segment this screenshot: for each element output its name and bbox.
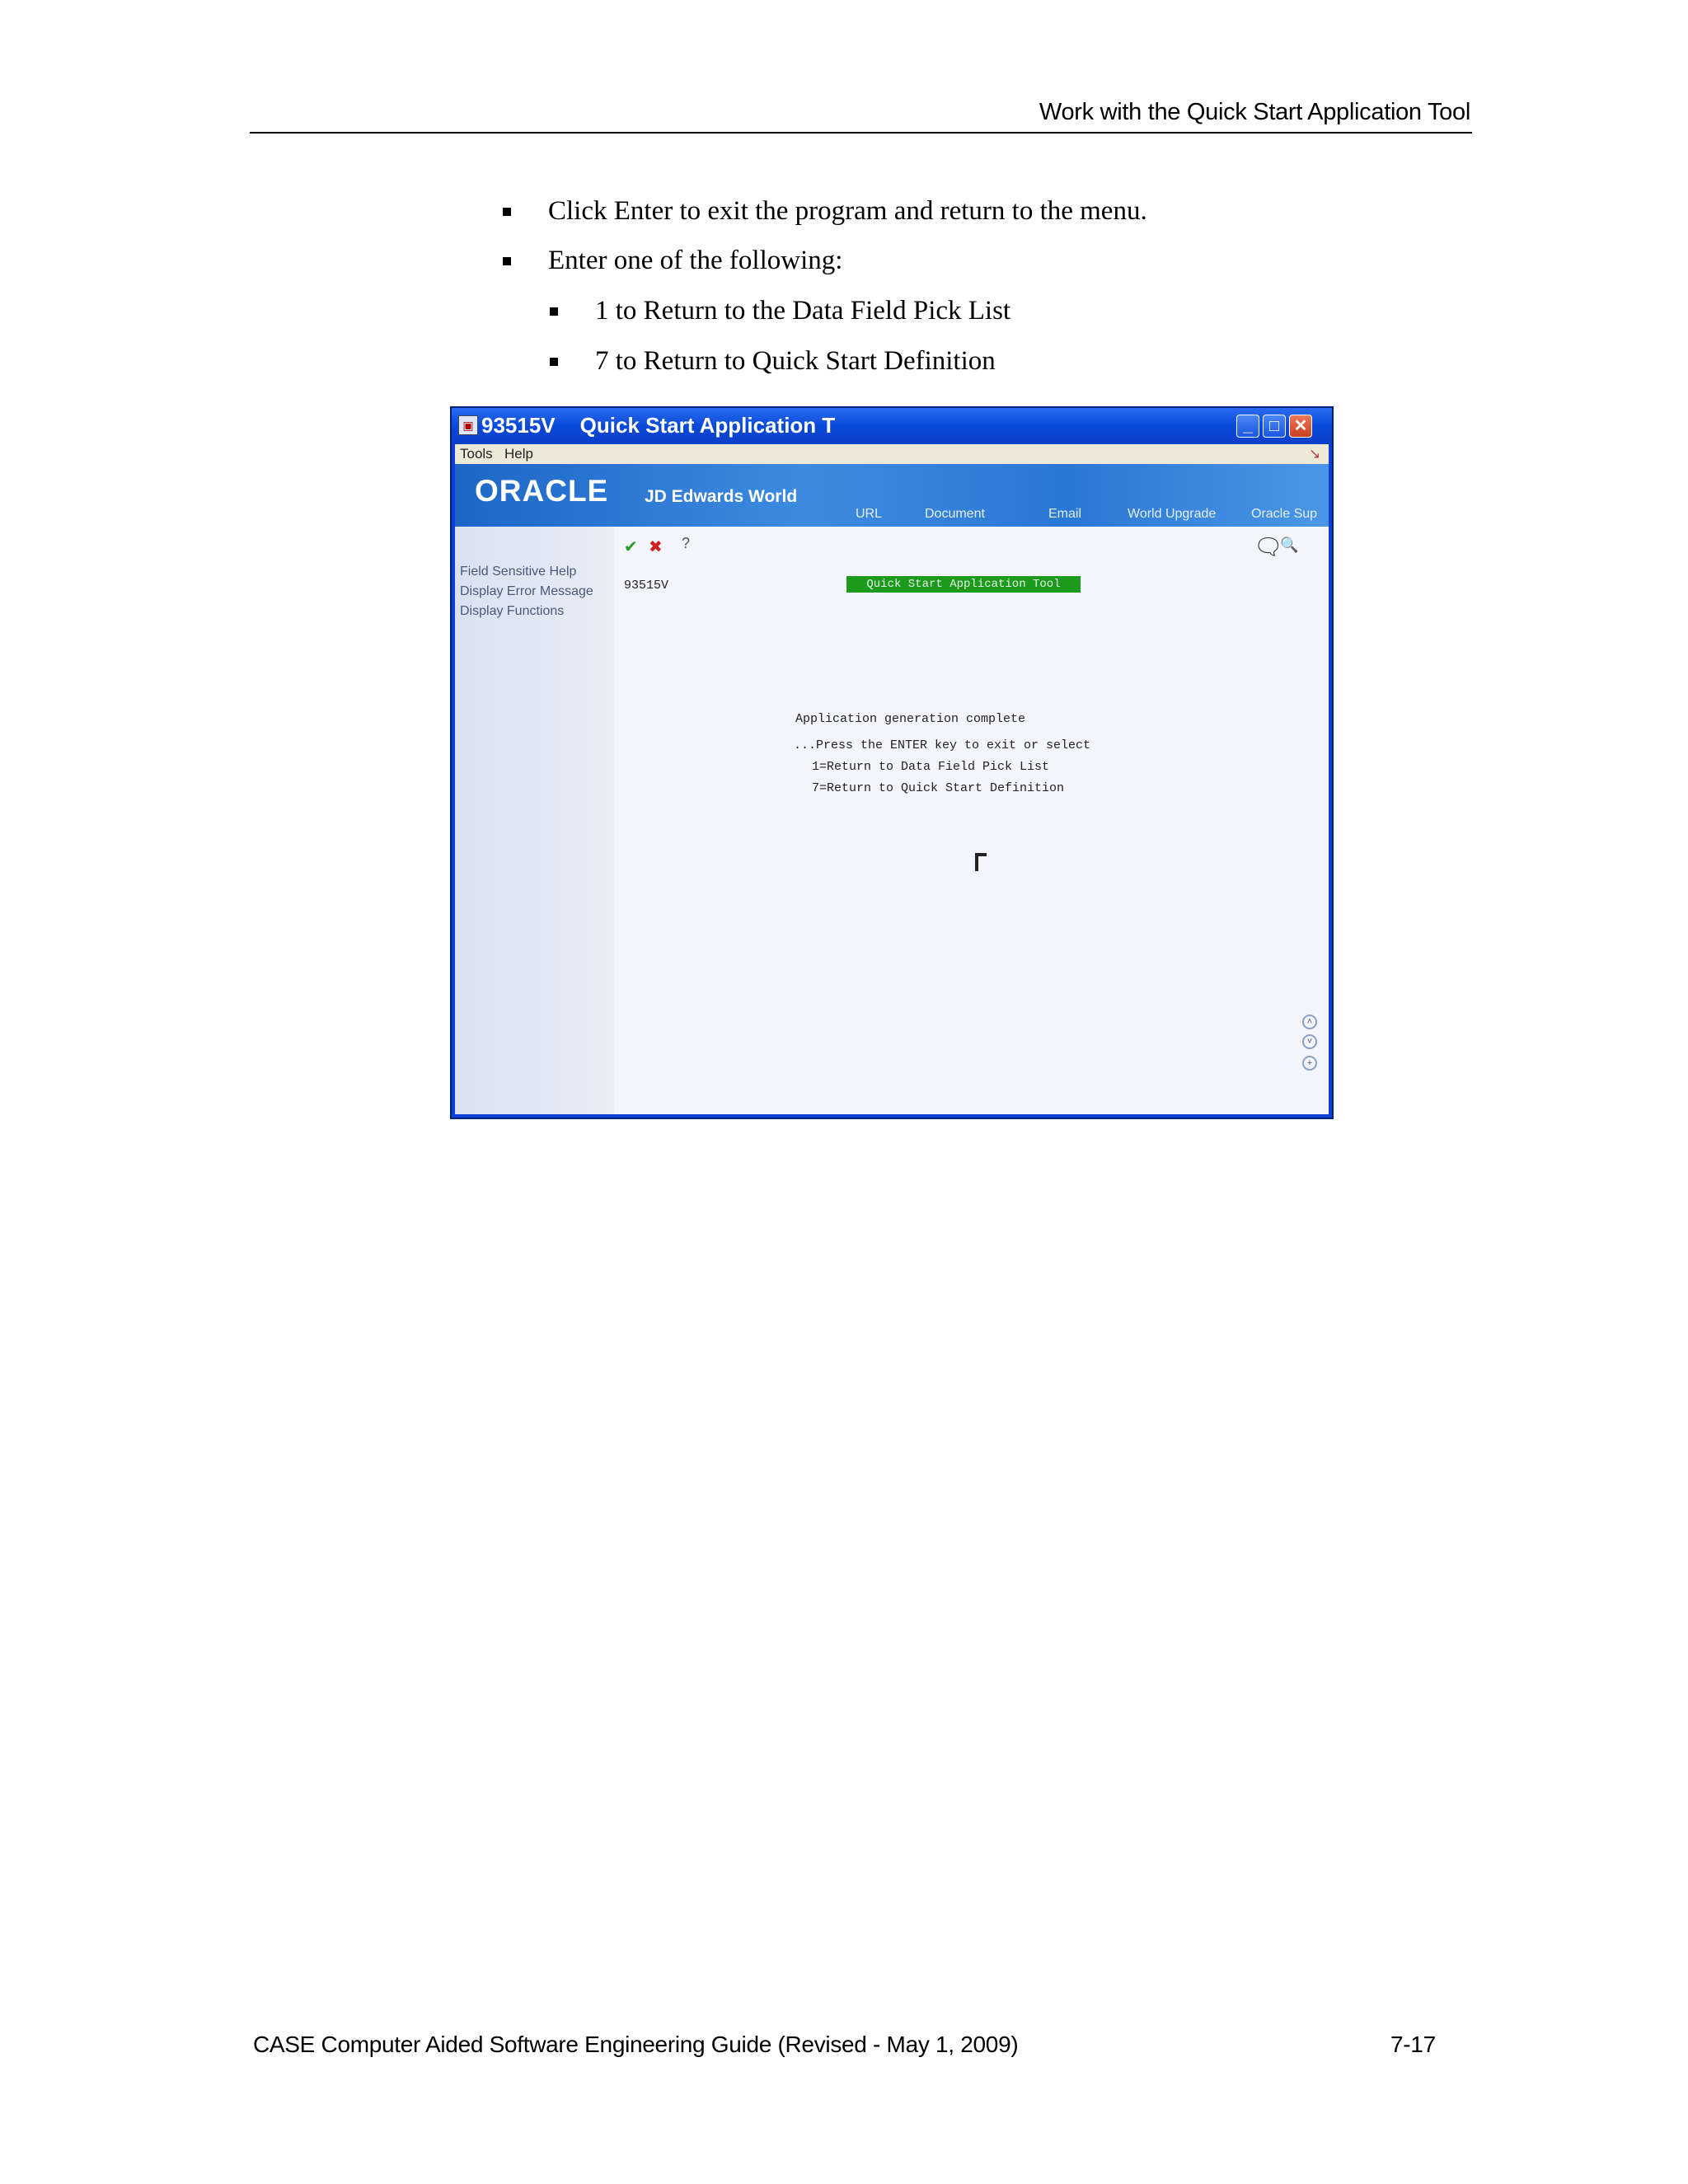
bullet-square-icon [503, 257, 511, 265]
display-functions-link[interactable]: Display Functions [460, 604, 564, 619]
field-sensitive-help-link[interactable]: Field Sensitive Help [460, 565, 576, 579]
green-screen-pane: ✔ ✖ ? 🗨 🔍 93515V Quick Start Application… [614, 527, 1329, 1114]
check-icon[interactable]: ✔ [624, 537, 638, 557]
scroll-up-icon[interactable]: ˄ [1302, 1015, 1317, 1029]
functions-pane: Field Sensitive Help Display Error Messa… [455, 527, 614, 1114]
list-item: 1 to Return to the Data Field Pick List [550, 296, 1011, 326]
banner-link-url[interactable]: URL [856, 507, 882, 522]
window-title-id: 93515V [481, 413, 556, 438]
window-title-text: Quick Start Application T [579, 413, 836, 438]
menu-tools[interactable]: Tools [460, 446, 493, 462]
list-item: Click Enter to exit the program and retu… [503, 196, 1147, 227]
display-error-message-link[interactable]: Display Error Message [460, 584, 593, 599]
maximize-button[interactable]: □ [1263, 415, 1286, 438]
running-header: Work with the Quick Start Application To… [250, 97, 1472, 134]
search-icon[interactable]: 🔍 [1280, 537, 1298, 554]
app-icon: ▣ [458, 415, 478, 435]
enter-prompt: ...Press the ENTER key to exit or select [794, 738, 1091, 752]
close-button[interactable]: ✕ [1289, 415, 1312, 438]
bullet-square-icon [550, 307, 558, 316]
screenshot-window: ▣ 93515V Quick Start Application T _ □ ✕ … [450, 406, 1334, 1119]
list-item-text: Click Enter to exit the program and retu… [548, 196, 1147, 226]
restore-icon[interactable]: ↘ [1309, 446, 1320, 462]
footer-guide-title: CASE Computer Aided Software Engineering… [253, 2032, 1019, 2057]
bullet-square-icon [550, 358, 558, 366]
window-titlebar: ▣ 93515V Quick Start Application T _ □ ✕ [452, 408, 1332, 444]
bullet-square-icon [503, 208, 511, 216]
page-number: 7-17 [1390, 2032, 1436, 2057]
menu-bar: Tools Help ↘ [455, 444, 1329, 464]
banner-link-world-upgrade[interactable]: World Upgrade [1128, 507, 1216, 522]
program-id: 93515V [624, 579, 669, 593]
jde-world-label: JD Edwards World [645, 487, 798, 506]
option-1-text: 1=Return to Data Field Pick List [812, 760, 1050, 774]
banner-link-oracle-support[interactable]: Oracle Sup [1251, 507, 1317, 522]
banner-link-email[interactable]: Email [1048, 507, 1081, 522]
screen-title-bar: Quick Start Application Tool [846, 576, 1081, 593]
text-cursor [975, 853, 987, 871]
option-7-text: 7=Return to Quick Start Definition [812, 781, 1065, 795]
menu-help[interactable]: Help [504, 446, 533, 462]
list-item-text: Enter one of the following: [548, 246, 843, 275]
status-message: Application generation complete [795, 712, 1026, 726]
zoom-icon[interactable]: + [1302, 1056, 1317, 1071]
help-question-icon[interactable]: ? [682, 535, 690, 552]
window-content: Field Sensitive Help Display Error Messa… [455, 527, 1329, 1114]
chat-bubble-icon[interactable]: 🗨 [1254, 533, 1283, 560]
running-header-title: Work with the Quick Start Application To… [1039, 99, 1470, 125]
scroll-down-icon[interactable]: ˅ [1302, 1034, 1317, 1049]
list-item: 7 to Return to Quick Start Definition [550, 346, 996, 377]
cancel-x-icon[interactable]: ✖ [649, 537, 663, 557]
window-title: 93515V Quick Start Application T [481, 413, 835, 438]
list-item-text: 7 to Return to Quick Start Definition [595, 346, 996, 376]
list-item: Enter one of the following: [503, 246, 843, 276]
list-item-text: 1 to Return to the Data Field Pick List [595, 296, 1011, 326]
oracle-logo: ORACLE [475, 474, 609, 508]
minimize-button[interactable]: _ [1236, 415, 1259, 438]
banner-link-document[interactable]: Document [925, 507, 985, 522]
oracle-banner: ORACLE JD Edwards World URL Document Ema… [455, 464, 1329, 527]
